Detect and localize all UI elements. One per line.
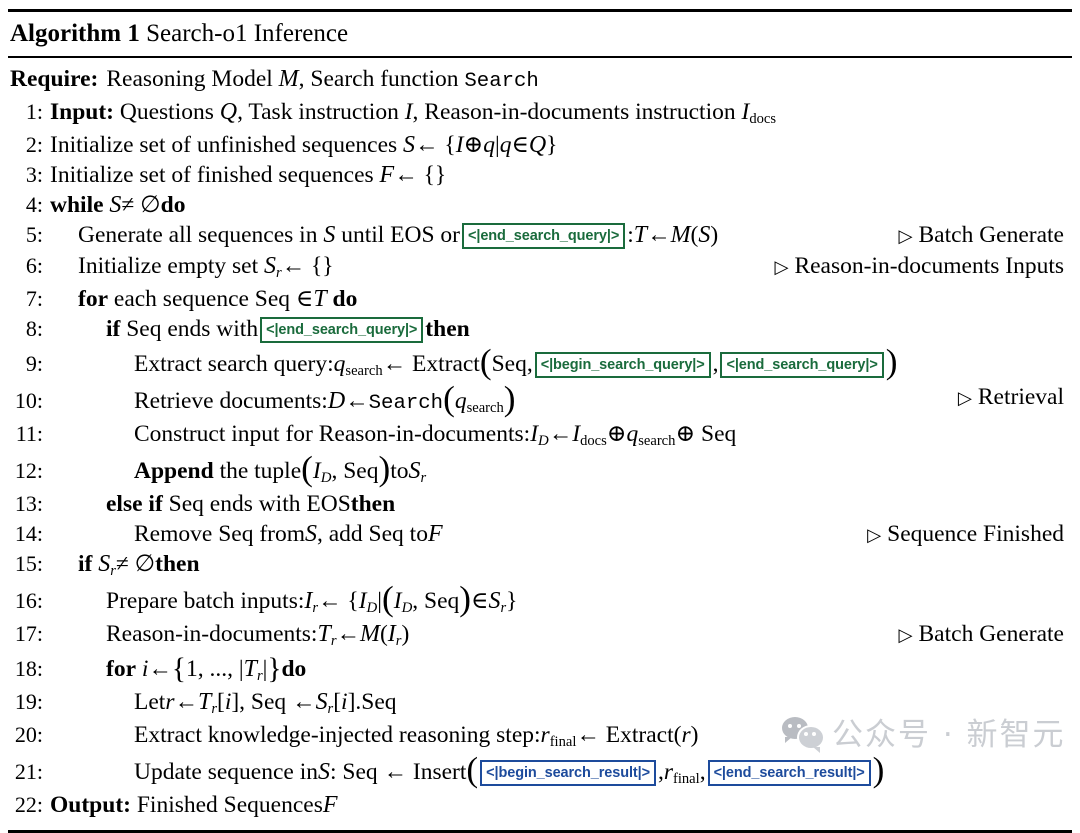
line-number-21: 21: [14,759,43,784]
line-number-20: 20: [14,722,43,747]
token-begin-search-query: <|begin_search_query|> [534,352,711,378]
algorithm-title-name: Search-o1 Inference [146,20,349,47]
algorithm-line-1: 1: Input: Questions Q, Task instruction … [8,97,1072,130]
algorithm-line-7: 7: for each sequence Seq ∈ T do [8,284,1072,314]
line-number-6: 6: [25,253,43,278]
line-content-19: Let r ← Tr[i], Seq ← Sr[i].Seq [134,689,397,718]
algorithm-line-6: 6: Initialize empty set Sr ← {} ▷ Reason… [8,251,1072,284]
line-content-8: if Seq ends with <|end_search_query|> th… [106,316,470,343]
require-text-1: Reasoning Model [106,66,273,92]
token-end-search-query: <|end_search_query|> [720,352,884,378]
line-content-17: Reason-in-documents: Tr ← M(Ir) ▷ Batch … [106,621,1064,650]
algorithm-line-15: 15: if Sr ≠ ∅ then [8,549,1072,582]
line-content-14: Remove Seq from S, add Seq to F ▷ Sequen… [50,519,1072,549]
algorithm-line-16: 16: Prepare batch inputs: Ir ← {I D | (I D… [8,579,1072,619]
algorithm-line-18: 18: for i ← {1, ..., | Tr |} do [8,652,1072,687]
line-number-11: 11: [15,421,43,446]
line-number-15: 15: [14,551,43,576]
line-comment-14: ▷ Sequence Finished [867,521,1064,547]
algorithm-line-19: 19: Let r ← Tr[i], Seq ← Sr[i].Seq [8,687,1072,720]
token-begin-search-result: <|begin_search_result|> [480,760,656,786]
algorithm-line-2: 2: Initialize set of unfinished sequence… [8,130,1072,160]
line-number-9: 9: [25,351,43,376]
line-content-11: Construct input for Reason-in-documents:… [134,421,737,450]
line-number-22: 22: [14,792,43,817]
line-number-4: 4: [25,192,43,217]
line-content-20: Extract knowledge-injected reasoning ste… [134,722,699,751]
algorithm-body: Require: Reasoning Model M, Search funct… [8,58,1072,822]
algorithm-line-20: 20: Extract knowledge-injected reasoning… [8,720,1072,753]
require-search-function: Search [464,70,539,93]
line-number-19: 19: [14,689,43,714]
line-comment-5: ▷ Batch Generate [898,222,1064,248]
line-number-14: 14: [14,521,43,546]
line-content-6: Initialize empty set Sr ← {} ▷ Reason-in… [78,253,1064,282]
algorithm-line-22: 22: Output: Finished Sequences F [8,790,1072,820]
algorithm-line-11: 11: Construct input for Reason-in-docume… [8,419,1072,452]
algorithm-title-prefix: Algorithm 1 [10,20,140,47]
algorithm-line-13: 13: else if Seq ends with EOS then [8,489,1072,519]
line-number-7: 7: [25,286,43,311]
line-number-3: 3: [25,162,43,187]
algorithm-line-14: 14: Remove Seq from S, add Seq to F ▷ Se… [8,519,1072,549]
token-end-search-result: <|end_search_result|> [707,760,871,786]
line-content-5: Generate all sequences in S until EOS or… [50,220,1072,251]
line-content-15: if Sr ≠ ∅ then [78,551,200,580]
line-number-18: 18: [14,656,43,681]
algorithm-line-require: Require: Reasoning Model M, Search funct… [8,64,1072,97]
token-end-search-query: <|end_search_query|> [260,317,424,343]
line-content-18: for i ← {1, ..., | Tr |} do [106,653,307,686]
line-number-16: 16: [14,588,43,613]
line-content-4: while S ≠ ∅ do [50,192,186,218]
line-number-12: 12: [14,458,43,483]
require-label: Require: [10,66,99,92]
algorithm-title: Algorithm 1 Search-o1 Inference [8,12,1072,56]
line-number-5: 5: [25,222,43,247]
line-content-9: Extract search query: q search ← Extract(… [134,342,898,382]
line-content-2: Initialize set of unfinished sequences S… [50,132,558,158]
algorithm-line-8: 8: if Seq ends with <|end_search_query|>… [8,314,1072,345]
line-content-21: Update sequence in S: Seq ← Insert (<|be… [134,750,885,790]
line-content-7: for each sequence Seq ∈ T do [78,286,358,312]
algorithm-block: Algorithm 1 Search-o1 Inference Require:… [0,9,1080,833]
line-comment-6: ▷ Reason-in-documents Inputs [774,253,1064,279]
line-content-12: Append the tuple (I D, Seq) to Sr [134,449,427,489]
algorithm-line-21: 21: Update sequence in S: Seq ← Insert (… [8,750,1072,790]
line-number-2: 2: [25,132,43,157]
line-number-17: 17: [14,621,43,646]
line-content-13: else if Seq ends with EOS then [106,491,396,517]
line-comment-17: ▷ Batch Generate [898,621,1064,647]
require-content: Reasoning Model M, Search function Searc… [106,64,1072,97]
token-end-search-query: <|end_search_query|> [462,223,626,249]
line-content-22: Output: Finished Sequences F [50,792,338,818]
algorithm-line-4: 4: while S ≠ ∅ do [8,190,1072,220]
algorithm-line-12: 12: Append the tuple (I D, Seq) to Sr [8,449,1072,489]
line-comment-10: ▷ Retrieval [957,384,1064,410]
line-content-1: Input: Questions Q, Task instruction I, … [50,99,777,128]
line-number-1: 1: [25,99,43,124]
require-text-2: , Search function [298,66,459,92]
line-content-10: Retrieve documents: D ← Search(q search) … [134,379,1064,419]
line-number-8: 8: [25,316,43,341]
symbol-model: M [278,66,299,92]
line-number-10: 10: [14,388,43,413]
line-number-13: 13: [14,491,43,516]
algorithm-line-17: 17: Reason-in-documents: Tr ← M(Ir) ▷ Ba… [8,619,1072,652]
algorithm-line-3: 3: Initialize set of finished sequences … [8,160,1072,190]
line-content-16: Prepare batch inputs: Ir ← {I D | (I D, Se… [106,579,518,619]
line-content-3: Initialize set of finished sequences F ←… [50,162,447,188]
algorithm-line-9: 9: Extract search query: q search ← Extra… [8,342,1072,382]
algorithm-line-10: 10: Retrieve documents: D ← Search(q sear… [8,379,1072,419]
algorithm-line-5: 5: Generate all sequences in S until EOS… [8,220,1072,251]
